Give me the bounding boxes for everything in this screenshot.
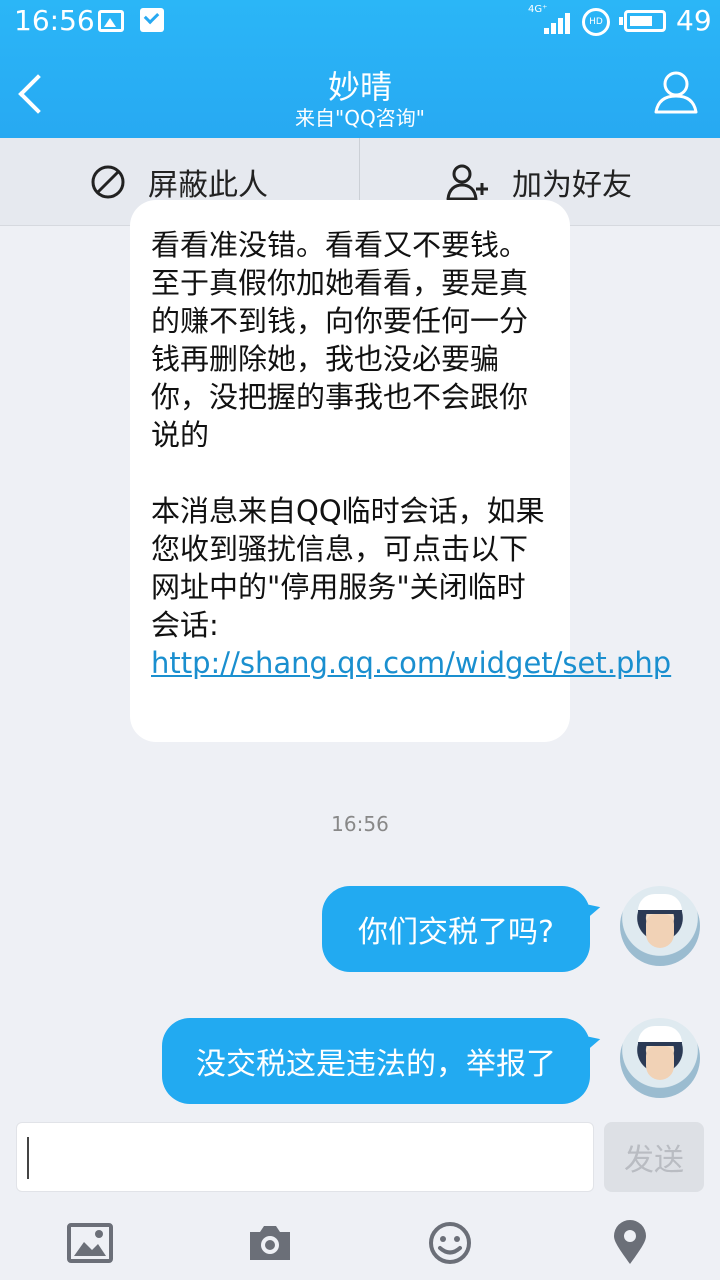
signal-icon (532, 12, 570, 34)
camera-icon[interactable] (246, 1220, 294, 1266)
mail-notification-icon (140, 8, 164, 32)
add-friend-label: 加为好友 (512, 168, 632, 203)
emoji-icon[interactable] (426, 1220, 474, 1266)
message-timestamp: 16:56 (331, 812, 389, 836)
gallery-notification-icon (98, 10, 124, 32)
avatar[interactable] (620, 1018, 700, 1098)
top-header: 16:56 4G⁺ HD 49 妙晴 来自"QQ咨询" (0, 0, 720, 138)
hd-voice-icon: HD (582, 8, 610, 36)
profile-icon[interactable] (652, 68, 700, 116)
block-icon (91, 165, 125, 199)
block-user-label: 屏蔽此人 (148, 168, 268, 203)
outgoing-message-bubble[interactable]: 你们交税了吗? (322, 886, 590, 972)
location-icon[interactable] (606, 1220, 654, 1266)
message-input[interactable] (16, 1122, 594, 1192)
text-caret (27, 1137, 29, 1179)
incoming-message-body: 看看准没错。看看又不要钱。至于真假你加她看看，要是真的赚不到钱，向你要任何一分钱… (151, 228, 545, 642)
image-icon[interactable] (66, 1220, 114, 1266)
close-session-link[interactable]: http://shang.qq.com/widget/set.php (151, 646, 671, 680)
battery-icon (619, 10, 666, 32)
avatar[interactable] (620, 886, 700, 966)
outgoing-message-text: 没交税这是违法的，举报了 (196, 1047, 556, 1082)
send-button[interactable]: 发送 (604, 1122, 704, 1192)
status-bar: 16:56 4G⁺ HD 49 (0, 0, 720, 44)
incoming-message-text: 看看准没错。看看又不要钱。至于真假你加她看看，要是真的赚不到钱，向你要任何一分钱… (151, 226, 671, 682)
add-friend-icon (446, 164, 488, 201)
battery-level: 49 (676, 4, 712, 37)
outgoing-message-text: 你们交税了吗? (358, 915, 554, 950)
chat-subtitle: 来自"QQ咨询" (295, 106, 425, 130)
outgoing-message-bubble[interactable]: 没交税这是违法的，举报了 (162, 1018, 590, 1104)
status-time: 16:56 (14, 4, 95, 37)
